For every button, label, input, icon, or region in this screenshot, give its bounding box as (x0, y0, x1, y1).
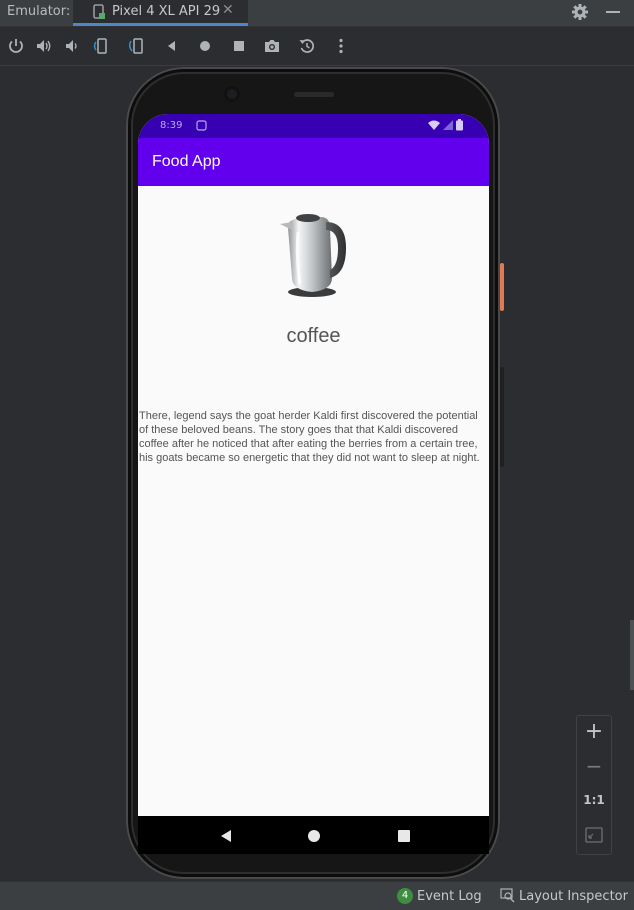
food-image-kettle (280, 214, 346, 297)
power-side-button[interactable] (500, 263, 504, 311)
event-count-badge: 4 (397, 888, 413, 904)
snapshot-icon[interactable] (298, 37, 316, 55)
settings-gear-icon[interactable] (571, 3, 589, 21)
android-nav-bar (138, 816, 489, 854)
minimize-icon[interactable] (604, 3, 622, 21)
food-name: coffee (286, 325, 341, 347)
volume-side-button[interactable] (500, 367, 504, 467)
wifi-icon (428, 120, 440, 130)
zoom-out-button[interactable]: − (577, 754, 611, 778)
earpiece-speaker (294, 92, 334, 97)
back-icon[interactable] (163, 37, 181, 55)
device-tab-label: Pixel 4 XL API 29 (112, 4, 221, 19)
rotate-right-icon[interactable] (128, 37, 146, 55)
nav-overview-icon[interactable] (396, 828, 412, 844)
volume-up-icon[interactable] (35, 37, 53, 55)
app-bar: Food App (138, 138, 489, 186)
nav-back-icon[interactable] (218, 828, 234, 844)
zoom-fit-icon[interactable] (585, 827, 603, 843)
more-options-icon[interactable] (332, 37, 350, 55)
emulator-toolbar (0, 27, 634, 66)
rotate-left-icon[interactable] (92, 37, 110, 55)
layout-inspector-icon[interactable] (500, 888, 515, 903)
tab-close-icon[interactable]: ✕ (222, 2, 234, 18)
battery-icon (456, 119, 463, 131)
event-log-link[interactable]: Event Log (417, 889, 482, 904)
nav-home-icon[interactable] (306, 828, 322, 844)
zoom-actual-size-button[interactable]: 1:1 (577, 793, 611, 807)
emulator-title-bar: Emulator: Pixel 4 XL API 29 ✕ (0, 0, 634, 27)
notification-icon (196, 120, 207, 131)
device-tab[interactable]: Pixel 4 XL API 29 ✕ (73, 0, 248, 26)
device-frame: 8:39 Food App coffee There, legend says … (126, 67, 504, 879)
status-time: 8:39 (160, 120, 183, 131)
scrollbar-thumb[interactable] (630, 620, 634, 690)
android-status-bar: 8:39 (138, 114, 489, 138)
screenshot-icon[interactable] (263, 37, 281, 55)
zoom-controls: + − 1:1 (576, 715, 612, 855)
front-camera (224, 86, 240, 102)
layout-inspector-link[interactable]: Layout Inspector (519, 889, 628, 904)
power-icon[interactable] (7, 37, 25, 55)
phone-screen[interactable]: 8:39 Food App coffee There, legend says … (138, 114, 489, 816)
app-title: Food App (152, 153, 221, 170)
food-description: There, legend says the goat herder Kaldi… (139, 410, 480, 464)
ide-status-bar: 4 Event Log Layout Inspector (0, 881, 634, 910)
signal-icon (443, 120, 453, 130)
home-icon[interactable] (196, 37, 214, 55)
overview-icon[interactable] (230, 37, 248, 55)
emulator-label: Emulator: (7, 4, 71, 19)
zoom-in-button[interactable]: + (577, 719, 611, 744)
volume-down-icon[interactable] (63, 37, 81, 55)
device-phone-icon (93, 4, 105, 19)
